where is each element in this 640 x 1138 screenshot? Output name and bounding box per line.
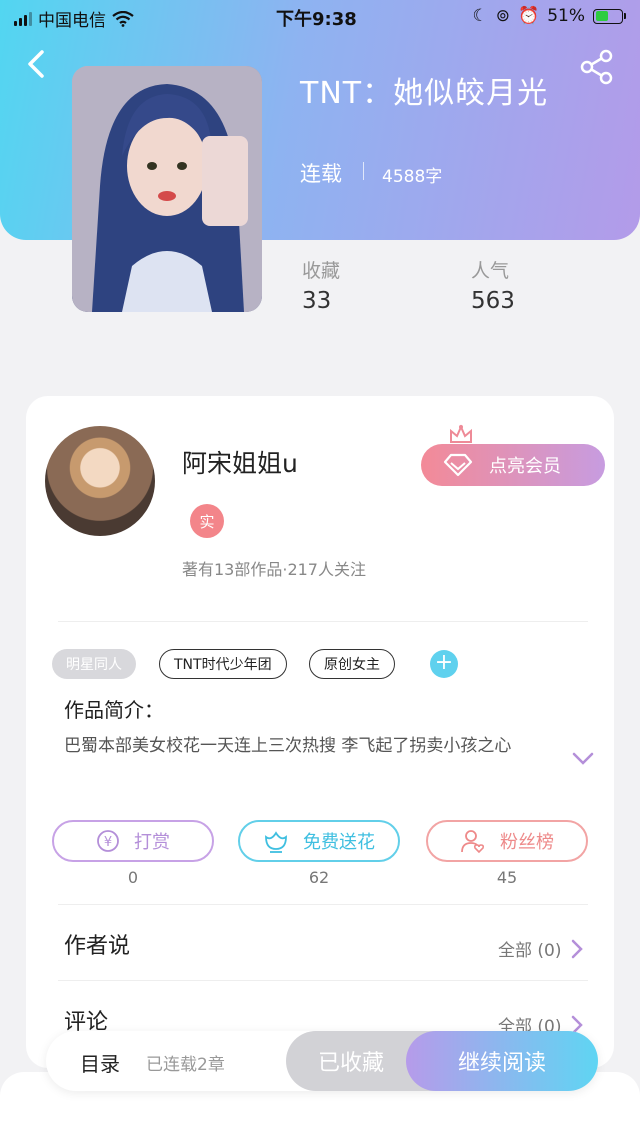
card-divider — [58, 621, 588, 622]
diamond-icon — [443, 453, 473, 477]
tag-tnt[interactable]: TNT时代少年团 — [159, 649, 287, 679]
collected-label: 已收藏 — [317, 1051, 384, 1076]
vip-button[interactable]: 点亮会员 — [421, 444, 605, 486]
serial-status: 连载 — [300, 162, 342, 186]
chapters-count: 已连载2章 — [146, 1055, 225, 1075]
favorites-count: 33 — [302, 288, 332, 314]
tip-button[interactable]: ¥ 打赏 — [52, 820, 214, 862]
flower-icon — [265, 831, 287, 853]
wifi-icon — [112, 10, 134, 27]
carrier-label: 中国电信 — [38, 11, 106, 31]
fan-count: 45 — [496, 868, 518, 887]
crown-icon — [450, 424, 472, 443]
intro-text: 巴蜀本部美女校花一天连上三次热搜 李飞起了拐卖小孩之心 — [64, 736, 512, 756]
card-divider — [58, 904, 588, 905]
alarm-icon: ⏰ — [518, 6, 540, 26]
orientation-lock-icon: ⊚ — [495, 6, 511, 26]
send-flower-button[interactable]: 免费送花 — [238, 820, 400, 862]
popularity-count: 563 — [471, 288, 515, 314]
yen-coin-icon: ¥ — [97, 830, 119, 852]
book-cover-image[interactable] — [72, 66, 262, 312]
popularity-label: 人气 — [471, 260, 510, 282]
share-icon[interactable] — [578, 48, 616, 86]
send-flower-label: 免费送花 — [303, 832, 375, 853]
author-notes-all-label: 全部 (0) — [498, 941, 562, 961]
chevron-right-icon — [572, 939, 584, 958]
author-notes-title: 作者说 — [64, 934, 131, 959]
signal-icon — [14, 11, 32, 26]
book-title: TNT：她似皎月光 — [300, 76, 549, 111]
user-heart-icon — [461, 830, 485, 854]
intro-title: 作品简介： — [64, 698, 164, 722]
flower-count: 62 — [308, 868, 330, 887]
battery-icon — [593, 8, 626, 24]
moon-icon: ☾ — [472, 6, 488, 26]
chevron-down-icon[interactable] — [572, 752, 594, 766]
card-divider — [58, 980, 588, 981]
tag-original-heroine[interactable]: 原创女主 — [309, 649, 395, 679]
author-stats: 著有13部作品·217人关注 — [182, 560, 366, 579]
vip-button-label: 点亮会员 — [489, 456, 561, 477]
status-bar: 中国电信 下午9:38 ☾ ⊚ ⏰ 51% — [0, 0, 640, 34]
status-divider — [363, 162, 364, 180]
verified-badge: 实 — [190, 504, 224, 538]
toc-button[interactable]: 目录 — [80, 1048, 120, 1077]
fan-ranking-button[interactable]: 粉丝榜 — [426, 820, 588, 862]
tip-label: 打赏 — [134, 832, 170, 853]
back-icon[interactable] — [22, 46, 52, 82]
battery-percent: 51% — [547, 6, 585, 26]
author-avatar[interactable] — [45, 426, 155, 536]
continue-reading-button[interactable]: 继续阅读 — [406, 1031, 598, 1091]
continue-reading-label: 继续阅读 — [457, 1051, 546, 1076]
author-notes-all-link[interactable]: 全部 (0) — [498, 936, 584, 961]
word-count: 4588字 — [382, 167, 443, 187]
tag-celebrity-fanfic[interactable]: 明星同人 — [52, 649, 136, 679]
svg-text:¥: ¥ — [104, 835, 112, 850]
favorites-label: 收藏 — [302, 260, 341, 282]
fan-ranking-label: 粉丝榜 — [500, 832, 554, 853]
clock: 下午9:38 — [276, 9, 357, 30]
add-tag-button[interactable]: + — [430, 650, 458, 678]
author-name[interactable]: 阿宋姐姐u — [182, 444, 298, 480]
cover-illustration — [72, 66, 262, 312]
tip-count: 0 — [127, 868, 139, 887]
